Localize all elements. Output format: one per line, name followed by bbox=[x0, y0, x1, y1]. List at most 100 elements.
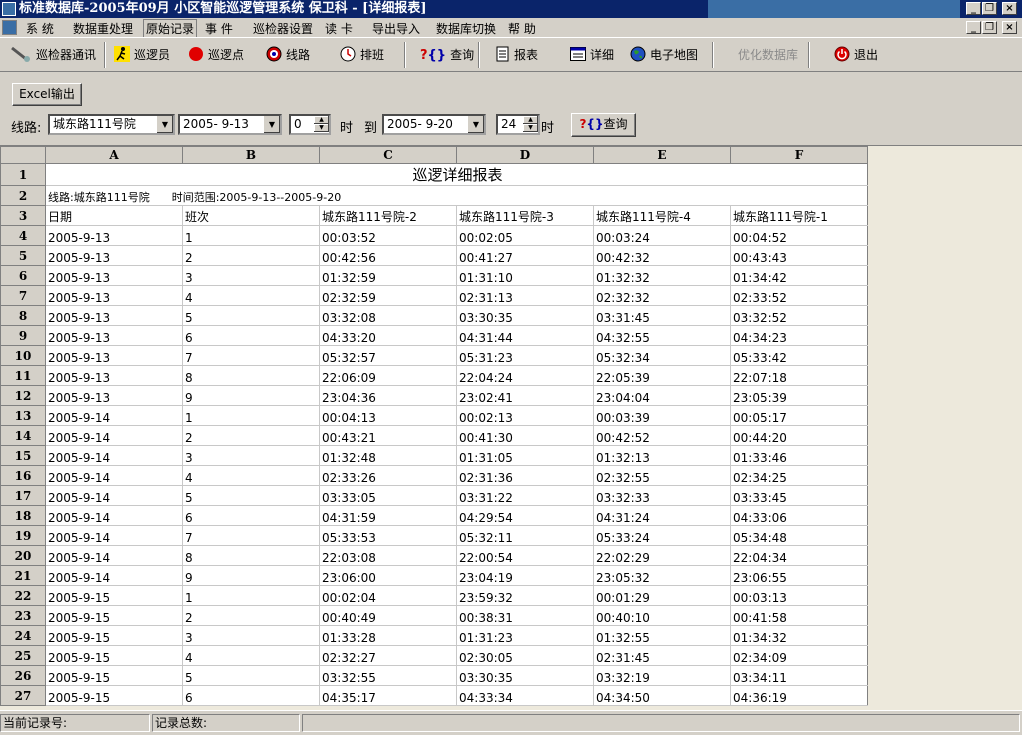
grid-cell[interactable]: 02:32:59 bbox=[319, 285, 457, 306]
grid-cell[interactable]: 22:03:08 bbox=[319, 545, 457, 566]
row-header[interactable]: 4 bbox=[0, 225, 46, 246]
grid-cell[interactable]: 9 bbox=[182, 385, 320, 406]
row-header[interactable]: 7 bbox=[0, 285, 46, 306]
spin-up-icon[interactable]: ▲ bbox=[523, 116, 538, 124]
schedule-button[interactable]: 排班 bbox=[340, 46, 384, 64]
grid-cell[interactable]: 2005-9-14 bbox=[45, 425, 183, 446]
grid-cell[interactable]: 00:03:39 bbox=[593, 405, 731, 426]
grid-cell[interactable]: 2005-9-15 bbox=[45, 605, 183, 626]
grid-cell[interactable]: 00:41:58 bbox=[730, 605, 868, 626]
end-date-picker[interactable]: 2005- 9-20 ▼ bbox=[382, 114, 486, 135]
grid-cell[interactable]: 00:42:32 bbox=[593, 245, 731, 266]
row-header[interactable]: 18 bbox=[0, 505, 46, 526]
grid-cell[interactable]: 02:31:45 bbox=[593, 645, 731, 666]
child-minimize-button[interactable]: _ bbox=[966, 21, 981, 34]
grid-cell[interactable]: 22:04:24 bbox=[456, 365, 594, 386]
grid-cell[interactable]: 23:06:55 bbox=[730, 565, 868, 586]
grid-cell[interactable]: 01:32:13 bbox=[593, 445, 731, 466]
column-header[interactable]: C bbox=[319, 146, 457, 164]
grid-cell[interactable]: 05:32:11 bbox=[456, 525, 594, 546]
grid-cell[interactable]: 01:32:55 bbox=[593, 625, 731, 646]
select-all-corner[interactable] bbox=[0, 146, 46, 164]
grid-cell[interactable]: 03:30:35 bbox=[456, 305, 594, 326]
grid-cell[interactable]: 2005-9-13 bbox=[45, 345, 183, 366]
grid-cell[interactable]: 04:32:55 bbox=[593, 325, 731, 346]
grid-cell[interactable]: 7 bbox=[182, 525, 320, 546]
menu-read-card[interactable]: 读 卡 bbox=[325, 20, 353, 37]
row-header[interactable]: 10 bbox=[0, 345, 46, 366]
grid-cell[interactable]: 02:33:52 bbox=[730, 285, 868, 306]
minimize-button[interactable]: _ bbox=[966, 2, 981, 15]
spin-down-icon[interactable]: ▼ bbox=[314, 124, 329, 132]
child-restore-button[interactable]: ❐ bbox=[982, 21, 997, 34]
grid-cell[interactable]: 2005-9-13 bbox=[45, 325, 183, 346]
grid-cell[interactable]: 2005-9-15 bbox=[45, 665, 183, 686]
grid-cell[interactable]: 03:30:35 bbox=[456, 665, 594, 686]
grid-cell[interactable]: 2005-9-14 bbox=[45, 565, 183, 586]
row-header[interactable]: 16 bbox=[0, 465, 46, 486]
grid-cell[interactable]: 00:02:13 bbox=[456, 405, 594, 426]
query-button[interactable]: ?{}查询 bbox=[571, 113, 636, 137]
grid-cell[interactable]: 05:33:53 bbox=[319, 525, 457, 546]
query-toolbar-button[interactable]: ?{} 查询 bbox=[420, 46, 474, 64]
row-header[interactable]: 26 bbox=[0, 665, 46, 686]
grid-cell[interactable]: 22:07:18 bbox=[730, 365, 868, 386]
child-close-button[interactable]: × bbox=[1002, 21, 1017, 34]
route-button[interactable]: 线路 bbox=[266, 46, 310, 64]
menu-switch-db[interactable]: 数据库切换 bbox=[436, 20, 496, 37]
grid-cell[interactable]: 03:32:33 bbox=[593, 485, 731, 506]
column-header[interactable]: D bbox=[456, 146, 594, 164]
grid-cell[interactable]: 班次 bbox=[182, 205, 320, 226]
row-header[interactable]: 2 bbox=[0, 185, 46, 206]
optimize-db-button[interactable]: 优化数据库 bbox=[738, 46, 798, 64]
grid-cell[interactable]: 00:03:52 bbox=[319, 225, 457, 246]
row-header[interactable]: 19 bbox=[0, 525, 46, 546]
grid-cell[interactable]: 05:31:23 bbox=[456, 345, 594, 366]
grid-cell[interactable]: 00:42:52 bbox=[593, 425, 731, 446]
grid-cell[interactable]: 03:33:45 bbox=[730, 485, 868, 506]
grid-cell[interactable]: 03:32:55 bbox=[319, 665, 457, 686]
grid-cell[interactable]: 2005-9-14 bbox=[45, 405, 183, 426]
grid-cell[interactable]: 1 bbox=[182, 225, 320, 246]
route-select[interactable]: 城东路111号院 ▼ bbox=[48, 114, 175, 135]
grid-cell[interactable]: 04:29:54 bbox=[456, 505, 594, 526]
grid-cell[interactable]: 00:04:13 bbox=[319, 405, 457, 426]
grid-cell[interactable]: 6 bbox=[182, 325, 320, 346]
grid-cell[interactable]: 01:31:10 bbox=[456, 265, 594, 286]
menu-help[interactable]: 帮 助 bbox=[508, 20, 536, 37]
grid-cell[interactable]: 5 bbox=[182, 485, 320, 506]
grid-cell[interactable]: 03:32:19 bbox=[593, 665, 731, 686]
grid-cell[interactable]: 1 bbox=[182, 405, 320, 426]
grid-cell[interactable]: 日期 bbox=[45, 205, 183, 226]
grid-cell[interactable]: 02:32:27 bbox=[319, 645, 457, 666]
restore-button[interactable]: ❐ bbox=[982, 2, 997, 15]
grid-cell[interactable]: 23:04:19 bbox=[456, 565, 594, 586]
grid-cell[interactable]: 5 bbox=[182, 665, 320, 686]
grid-cell[interactable]: 8 bbox=[182, 545, 320, 566]
menu-system[interactable]: 系 统 bbox=[26, 20, 54, 37]
grid-cell[interactable]: 01:32:32 bbox=[593, 265, 731, 286]
grid-cell[interactable]: 2005-9-13 bbox=[45, 225, 183, 246]
grid-cell[interactable]: 城东路111号院-1 bbox=[730, 205, 868, 226]
grid-cell[interactable]: 2 bbox=[182, 605, 320, 626]
grid-cell[interactable]: 00:42:56 bbox=[319, 245, 457, 266]
row-header[interactable]: 9 bbox=[0, 325, 46, 346]
grid-cell[interactable]: 2 bbox=[182, 425, 320, 446]
row-header[interactable]: 11 bbox=[0, 365, 46, 386]
report-button[interactable]: 报表 bbox=[496, 46, 538, 64]
grid-cell[interactable]: 03:33:05 bbox=[319, 485, 457, 506]
column-header[interactable]: F bbox=[730, 146, 868, 164]
grid-cell[interactable]: 01:31:23 bbox=[456, 625, 594, 646]
grid-cell[interactable]: 00:03:13 bbox=[730, 585, 868, 606]
row-header[interactable]: 21 bbox=[0, 565, 46, 586]
grid-cell[interactable]: 2005-9-14 bbox=[45, 505, 183, 526]
grid-cell[interactable]: 03:32:52 bbox=[730, 305, 868, 326]
grid-cell[interactable]: 3 bbox=[182, 265, 320, 286]
grid-cell[interactable]: 2005-9-15 bbox=[45, 685, 183, 706]
grid-cell[interactable]: 01:32:48 bbox=[319, 445, 457, 466]
grid-cell[interactable]: 4 bbox=[182, 645, 320, 666]
chevron-down-icon[interactable]: ▼ bbox=[156, 116, 173, 133]
row-header[interactable]: 12 bbox=[0, 385, 46, 406]
row-header[interactable]: 20 bbox=[0, 545, 46, 566]
grid-cell[interactable]: 02:34:09 bbox=[730, 645, 868, 666]
